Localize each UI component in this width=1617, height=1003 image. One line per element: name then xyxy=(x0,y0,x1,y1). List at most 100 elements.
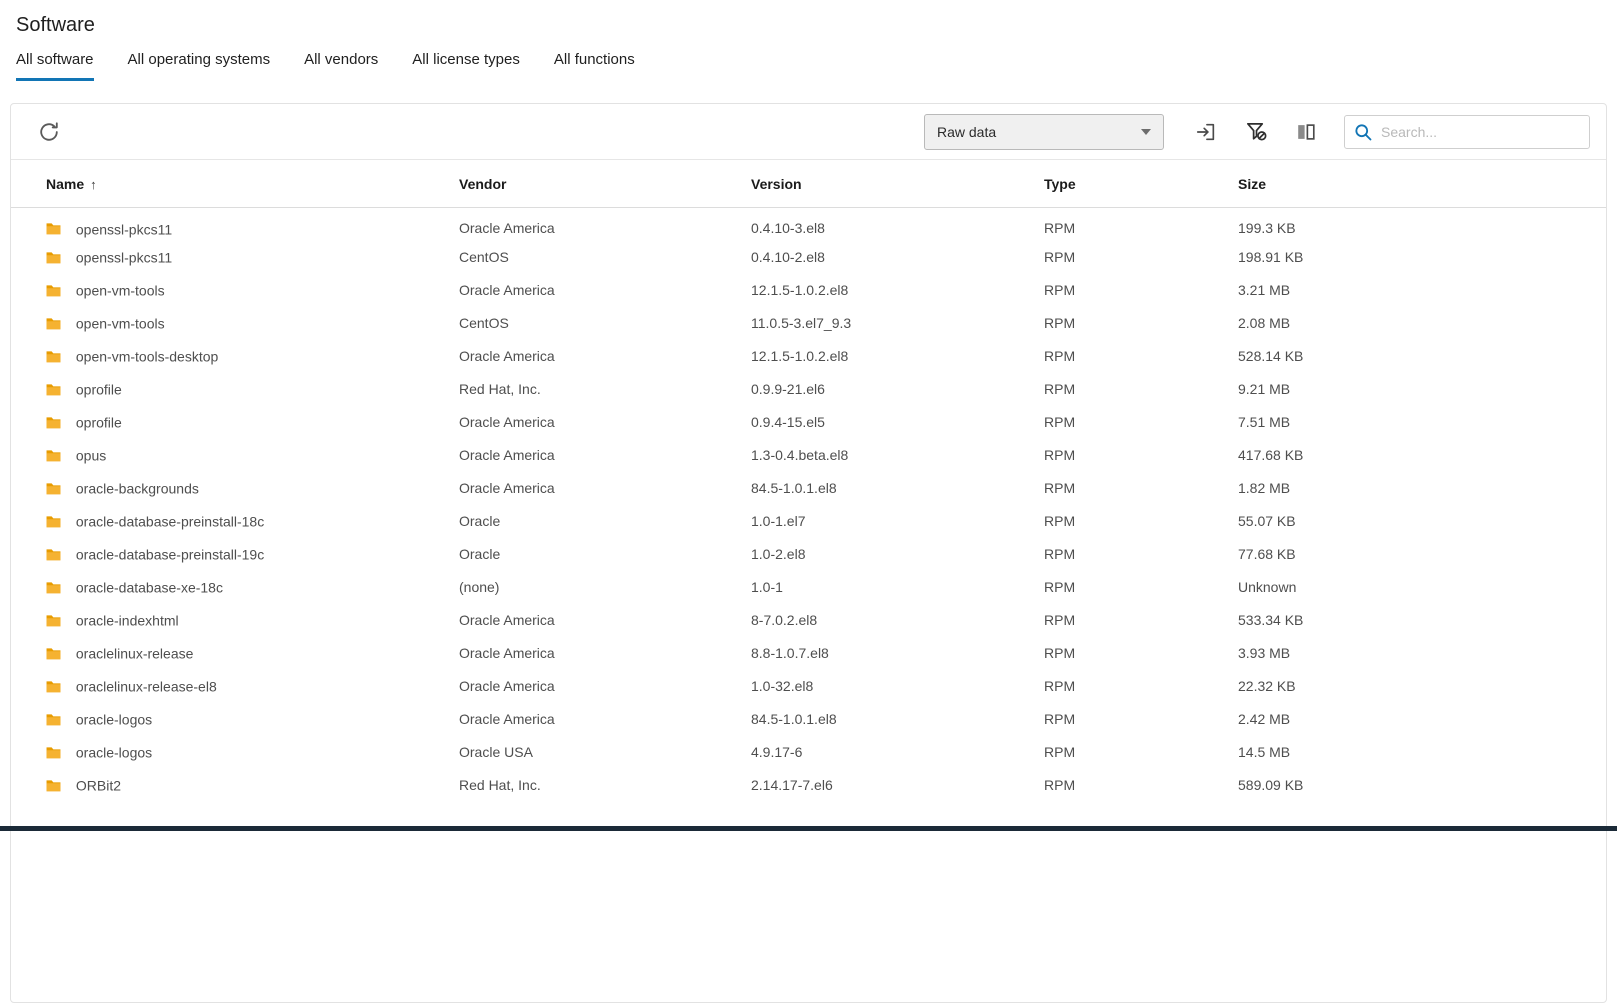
software-vendor: Oracle xyxy=(451,505,743,538)
folder-icon xyxy=(46,713,61,726)
table-row[interactable]: opus Oracle America 1.3-0.4.beta.el8 RPM… xyxy=(11,439,1606,472)
folder-icon xyxy=(46,482,61,495)
software-name: oraclelinux-release-el8 xyxy=(76,679,217,695)
export-button[interactable] xyxy=(1192,118,1220,146)
refresh-icon xyxy=(38,121,60,143)
table-row[interactable]: oracle-logos Oracle USA 4.9.17-6 RPM 14.… xyxy=(11,736,1606,769)
table-row[interactable]: openssl-pkcs11 Oracle America 0.4.10-3.e… xyxy=(11,208,1606,241)
software-version: 84.5-1.0.1.el8 xyxy=(743,472,1036,505)
software-vendor: Oracle America xyxy=(451,604,743,637)
column-header-size[interactable]: Size xyxy=(1230,160,1606,208)
software-type: RPM xyxy=(1036,769,1230,802)
search-box xyxy=(1344,115,1590,149)
software-type: RPM xyxy=(1036,241,1230,274)
software-name: oracle-logos xyxy=(76,712,152,728)
software-version: 12.1.5-1.0.2.el8 xyxy=(743,274,1036,307)
software-version: 2.14.17-7.el6 xyxy=(743,769,1036,802)
refresh-button[interactable] xyxy=(35,118,63,146)
software-vendor: (none) xyxy=(451,571,743,604)
software-size: 55.07 KB xyxy=(1230,505,1606,538)
table-row[interactable]: oracle-logos Oracle America 84.5-1.0.1.e… xyxy=(11,703,1606,736)
table-row[interactable]: oprofile Red Hat, Inc. 0.9.9-21.el6 RPM … xyxy=(11,373,1606,406)
column-header-name[interactable]: Name↑ xyxy=(11,160,451,208)
folder-icon xyxy=(46,779,61,792)
software-vendor: Oracle America xyxy=(451,274,743,307)
software-vendor: Oracle America xyxy=(451,439,743,472)
table-row[interactable]: open-vm-tools Oracle America 12.1.5-1.0.… xyxy=(11,274,1606,307)
software-version: 0.9.9-21.el6 xyxy=(743,373,1036,406)
software-size: Unknown xyxy=(1230,571,1606,604)
tab-all-license-types[interactable]: All license types xyxy=(412,47,520,81)
folder-icon xyxy=(46,383,61,396)
software-name: oracle-database-xe-18c xyxy=(76,580,223,596)
tab-all-operating-systems[interactable]: All operating systems xyxy=(128,47,271,81)
software-vendor: Oracle America xyxy=(451,208,743,241)
column-header-version[interactable]: Version xyxy=(743,160,1036,208)
software-type: RPM xyxy=(1036,208,1230,241)
software-name: openssl-pkcs11 xyxy=(76,250,172,266)
software-version: 1.0-1.el7 xyxy=(743,505,1036,538)
table-row[interactable]: oraclelinux-release Oracle America 8.8-1… xyxy=(11,637,1606,670)
table-body: openssl-pkcs11 Oracle America 0.4.10-3.e… xyxy=(11,208,1606,802)
software-type: RPM xyxy=(1036,736,1230,769)
view-select[interactable]: Raw data xyxy=(924,114,1164,150)
software-version: 4.9.17-6 xyxy=(743,736,1036,769)
folder-icon xyxy=(46,222,61,235)
software-type: RPM xyxy=(1036,307,1230,340)
columns-button[interactable] xyxy=(1292,118,1320,146)
software-vendor: Oracle America xyxy=(451,670,743,703)
software-name: oracle-backgrounds xyxy=(76,481,199,497)
software-version: 1.0-32.el8 xyxy=(743,670,1036,703)
search-input[interactable] xyxy=(1344,115,1590,149)
column-header-vendor[interactable]: Vendor xyxy=(451,160,743,208)
software-name: oracle-logos xyxy=(76,745,152,761)
software-size: 199.3 KB xyxy=(1230,208,1606,241)
table-toolbar: Raw data xyxy=(11,104,1606,160)
software-vendor: Oracle America xyxy=(451,703,743,736)
table-row[interactable]: oprofile Oracle America 0.9.4-15.el5 RPM… xyxy=(11,406,1606,439)
software-name: open-vm-tools xyxy=(76,316,165,332)
column-header-type[interactable]: Type xyxy=(1036,160,1230,208)
table-row[interactable]: ORBit2 Red Hat, Inc. 2.14.17-7.el6 RPM 5… xyxy=(11,769,1606,802)
software-vendor: Oracle America xyxy=(451,340,743,373)
software-size: 2.08 MB xyxy=(1230,307,1606,340)
folder-icon xyxy=(46,647,61,660)
software-vendor: Oracle USA xyxy=(451,736,743,769)
folder-icon xyxy=(46,548,61,561)
table-row[interactable]: oracle-database-preinstall-19c Oracle 1.… xyxy=(11,538,1606,571)
table-row[interactable]: oraclelinux-release-el8 Oracle America 1… xyxy=(11,670,1606,703)
software-version: 8-7.0.2.el8 xyxy=(743,604,1036,637)
software-type: RPM xyxy=(1036,637,1230,670)
software-type: RPM xyxy=(1036,571,1230,604)
software-version: 0.9.4-15.el5 xyxy=(743,406,1036,439)
table-row[interactable]: oracle-indexhtml Oracle America 8-7.0.2.… xyxy=(11,604,1606,637)
software-vendor: Red Hat, Inc. xyxy=(451,769,743,802)
export-icon xyxy=(1195,121,1217,143)
folder-icon xyxy=(46,449,61,462)
software-name: ORBit2 xyxy=(76,778,121,794)
table-row[interactable]: open-vm-tools-desktop Oracle America 12.… xyxy=(11,340,1606,373)
folder-icon xyxy=(46,251,61,264)
software-type: RPM xyxy=(1036,472,1230,505)
clear-filter-button[interactable] xyxy=(1242,118,1270,146)
table-row[interactable]: oracle-database-preinstall-18c Oracle 1.… xyxy=(11,505,1606,538)
software-version: 1.3-0.4.beta.el8 xyxy=(743,439,1036,472)
software-size: 533.34 KB xyxy=(1230,604,1606,637)
software-vendor: Oracle xyxy=(451,538,743,571)
tab-all-vendors[interactable]: All vendors xyxy=(304,47,378,81)
software-name: oracle-database-preinstall-19c xyxy=(76,547,264,563)
software-name: oprofile xyxy=(76,382,122,398)
tab-all-functions[interactable]: All functions xyxy=(554,47,635,81)
tab-all-software[interactable]: All software xyxy=(16,47,94,81)
software-vendor: Oracle America xyxy=(451,472,743,505)
table-row[interactable]: openssl-pkcs11 CentOS 0.4.10-2.el8 RPM 1… xyxy=(11,241,1606,274)
software-type: RPM xyxy=(1036,505,1230,538)
software-version: 1.0-2.el8 xyxy=(743,538,1036,571)
view-select-value: Raw data xyxy=(937,124,996,140)
table-row[interactable]: open-vm-tools CentOS 11.0.5-3.el7_9.3 RP… xyxy=(11,307,1606,340)
columns-icon xyxy=(1295,121,1317,143)
table-row[interactable]: oracle-database-xe-18c (none) 1.0-1 RPM … xyxy=(11,571,1606,604)
software-version: 84.5-1.0.1.el8 xyxy=(743,703,1036,736)
software-name: open-vm-tools-desktop xyxy=(76,349,218,365)
table-row[interactable]: oracle-backgrounds Oracle America 84.5-1… xyxy=(11,472,1606,505)
